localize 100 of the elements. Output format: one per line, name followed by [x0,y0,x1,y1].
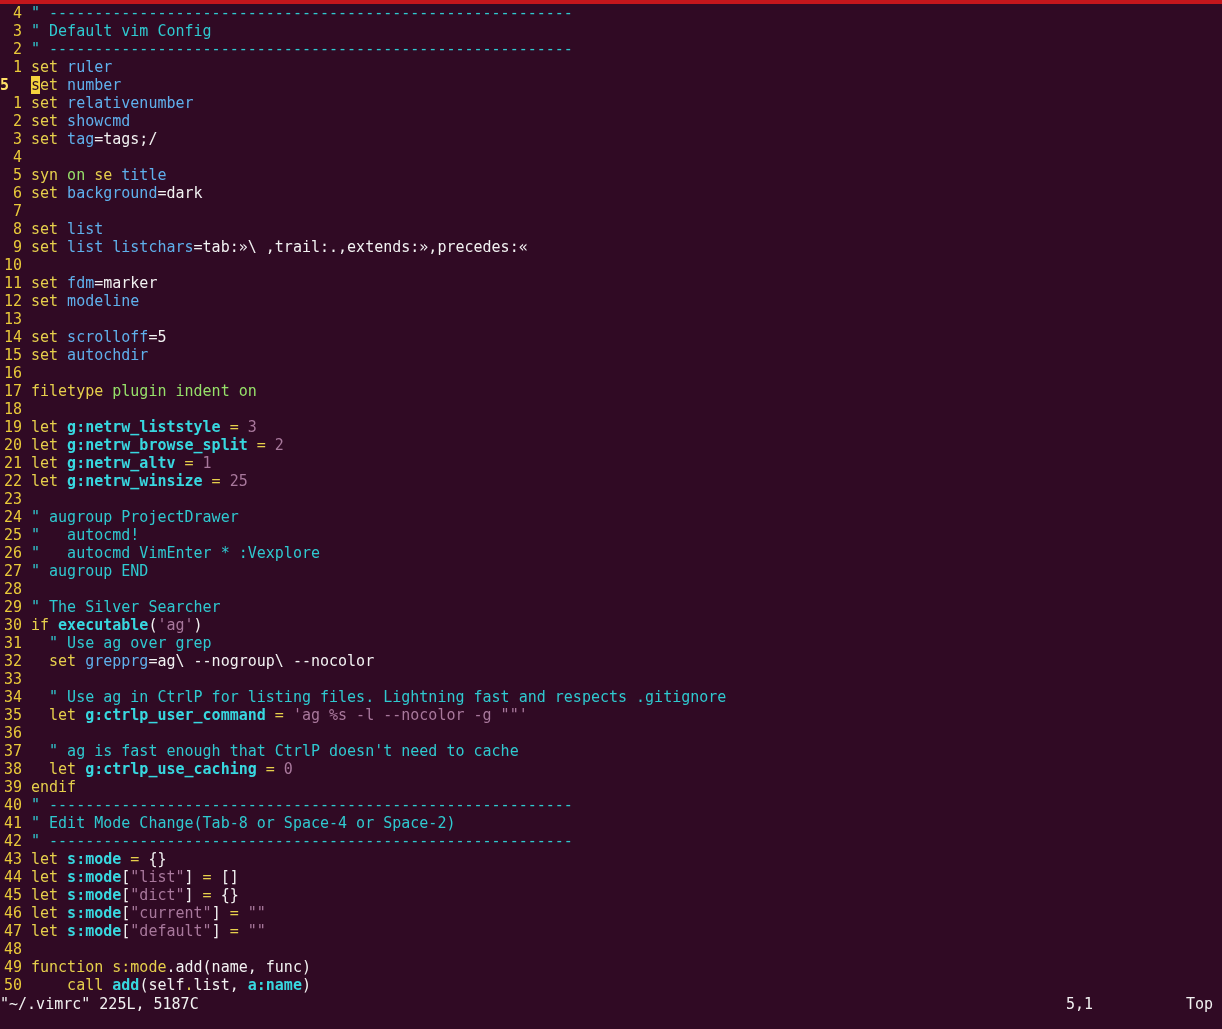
line-number: 45 [2,886,23,904]
line-number: 36 [2,724,23,742]
line-number: 4 [11,148,23,166]
line-number: 42 [2,832,23,850]
code-line: set background=dark [31,184,203,202]
code-line: " autocmd VimEnter * :Vexplore [31,544,320,562]
line-number: 41 [2,814,23,832]
code-line: set showcmd [31,112,131,130]
code-line: " ---------------------------------------------------------- [31,4,573,22]
line-number: 12 [2,292,23,310]
code-line: " ---------------------------------------------------------- [31,796,573,814]
line-number: 21 [2,454,23,472]
code-line: let s:mode["default"] = "" [31,922,266,940]
line-number: 9 [11,238,23,256]
line-number: 4 [11,4,23,22]
code-line: set scrolloff=5 [31,328,167,346]
line-number: 49 [2,958,23,976]
code-line: let s:mode["list"] = [] [31,868,239,886]
code-line: set number [31,76,122,94]
line-number: 13 [2,310,23,328]
line-number: 18 [2,400,23,418]
current-line-number: 5 [0,76,11,94]
code-line: " The Silver Searcher [31,598,221,616]
line-number: 30 [2,616,23,634]
code-line: set fdm=marker [31,274,158,292]
line-number: 48 [2,940,23,958]
line-number: 7 [11,202,23,220]
line-number: 2 [11,112,23,130]
line-number: 14 [2,328,23,346]
line-number: 24 [2,508,23,526]
line-number: 28 [2,580,23,598]
code-line: set modeline [31,292,140,310]
line-number: 44 [2,868,23,886]
code-line: set list [31,220,104,238]
code-line: let g:netrw_liststyle = 3 [31,418,257,436]
code-line: " ---------------------------------------------------------- [31,40,573,58]
line-number: 29 [2,598,23,616]
code-line: let g:ctrlp_use_caching = 0 [48,760,293,778]
line-number: 1 [11,58,23,76]
line-number: 38 [2,760,23,778]
code-line: set autochdir [31,346,149,364]
code-line: set tag=tags;/ [31,130,158,148]
code-line: let s:mode["current"] = "" [31,904,266,922]
line-number: 11 [2,274,23,292]
code-line: syn on se title [31,166,167,184]
line-number: 15 [2,346,23,364]
cursor-position: 5,1 [1065,995,1094,1013]
code-line: " Edit Mode Change(Tab-8 or Space-4 or Space-2) [31,814,456,832]
line-number: 35 [2,706,23,724]
line-number: 17 [2,382,23,400]
line-number: 3 [11,22,23,40]
code-line: set ruler [31,58,113,76]
code-line: endif [31,778,77,796]
code-line: call add(self.list, a:name) [66,976,311,994]
scroll-position: Top [1185,995,1213,1013]
code-line: set list listchars=tab:»\ ,trail:.,extends:»,precedes:« [31,238,528,256]
line-number: 27 [2,562,23,580]
line-number: 39 [2,778,23,796]
code-line: " Use ag in CtrlP for listing files. Lightning fast and respects .gitignore [48,688,727,706]
line-number: 10 [2,256,23,274]
code-line: " augroup ProjectDrawer [31,508,239,526]
line-number: 33 [2,670,23,688]
code-line: if executable('ag') [31,616,203,634]
line-number: 1 [11,94,23,112]
line-number: 43 [2,850,23,868]
code-line: let g:netrw_altv = 1 [31,454,212,472]
code-line: set grepprg=ag\ --nogroup\ --nocolor [48,652,375,670]
code-line: filetype plugin indent on [31,382,257,400]
line-number: 50 [2,976,23,994]
line-number: 2 [11,40,23,58]
code-line: " ag is fast enough that CtrlP doesn't need to cache [48,742,519,760]
code-line: let s:mode["dict"] = {} [31,886,239,904]
line-number: 8 [11,220,23,238]
line-number: 32 [2,652,23,670]
line-number: 37 [2,742,23,760]
line-number: 6 [11,184,23,202]
line-number: 16 [2,364,23,382]
code-line: " augroup END [31,562,149,580]
line-number: 31 [2,634,23,652]
line-number: 25 [2,526,23,544]
code-line: let g:netrw_winsize = 25 [31,472,248,490]
line-number: 47 [2,922,23,940]
code-line: " autocmd! [31,526,140,544]
line-number: 46 [2,904,23,922]
code-line: let g:ctrlp_user_command = 'ag %s -l --nocolor -g ""' [48,706,528,724]
code-line: set relativenumber [31,94,194,112]
code-line: let g:netrw_browse_split = 2 [31,436,284,454]
line-number: 19 [2,418,23,436]
line-number: 40 [2,796,23,814]
line-number: 22 [2,472,23,490]
line-number: 3 [11,130,23,148]
code-line: " Default vim Config [31,22,212,40]
line-number: 26 [2,544,23,562]
line-number: 5 [11,166,23,184]
line-number: 23 [2,490,23,508]
code-line: " ---------------------------------------------------------- [31,832,573,850]
code-line: function s:mode.add(name, func) [31,958,311,976]
code-line: " Use ag over grep [48,634,212,652]
line-number: 34 [2,688,23,706]
code-line: let s:mode = {} [31,850,167,868]
